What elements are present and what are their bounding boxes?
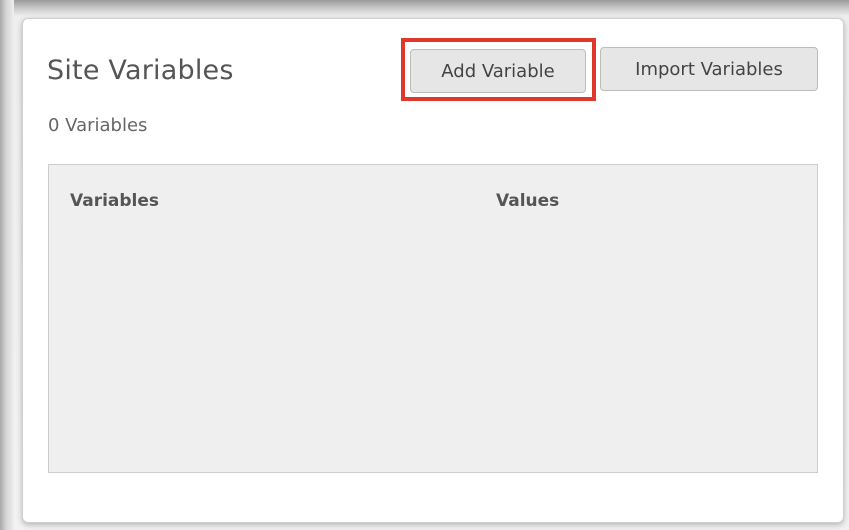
page-title: Site Variables (47, 55, 234, 86)
variables-table: Variables Values (48, 164, 818, 473)
window-frame-left-edge (0, 0, 14, 530)
add-variable-highlight-box (401, 38, 596, 101)
column-header-variables: Variables (70, 191, 160, 211)
variables-count: 0 Variables (48, 115, 148, 136)
import-variables-button[interactable]: Import Variables (600, 47, 818, 91)
column-header-values: Values (496, 191, 560, 211)
site-variables-panel: Site Variables 0 Variables Add Variable … (22, 18, 844, 523)
